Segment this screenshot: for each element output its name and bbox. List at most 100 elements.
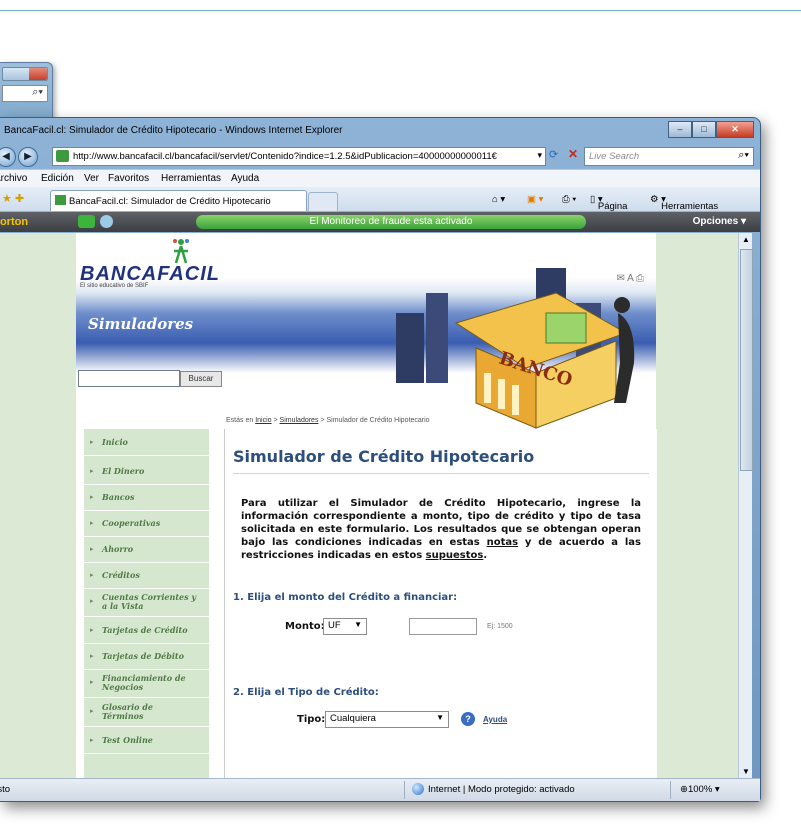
monto-input[interactable] xyxy=(409,618,477,635)
refresh-icon[interactable]: ⟳ xyxy=(549,148,558,161)
nav-label: El Dinero xyxy=(102,466,145,476)
scroll-down-icon[interactable]: ▼ xyxy=(742,767,750,776)
security-zone[interactable]: Internet | Modo protegido: activado xyxy=(428,784,575,795)
minimize-button[interactable]: – xyxy=(668,121,692,138)
tipo-value: Cualquiera xyxy=(330,713,376,724)
norton-toolbar: Norton El Monitoreo de fraude esta activ… xyxy=(0,212,760,232)
nav-item-inicio[interactable]: ▸ Inicio xyxy=(84,429,209,456)
breadcrumb-prefix: Estás en xyxy=(226,417,254,424)
page-menu-button[interactable]: ▯ Página ▾ xyxy=(590,194,627,212)
address-row: ◀ ▶ http://www.bancafacil.cl/bancafacil/… xyxy=(0,144,760,168)
menu-ver[interactable]: Ver xyxy=(84,173,99,184)
nav-item-financiamiento[interactable]: ▸ Financiamiento de Negocios xyxy=(84,669,209,698)
nav-label: Cooperativas xyxy=(102,518,161,528)
step2-heading: 2. Elija el Tipo de Crédito: xyxy=(233,687,379,698)
background-window-controls[interactable] xyxy=(2,67,48,81)
menu-favoritos[interactable]: Favoritos xyxy=(108,173,149,184)
close-icon[interactable] xyxy=(29,68,47,80)
norton-globe-icon[interactable] xyxy=(100,215,113,228)
chevron-right-icon: ▸ xyxy=(90,520,94,527)
ayuda-link[interactable]: Ayuda xyxy=(483,715,507,724)
breadcrumb-home-link[interactable]: Inicio xyxy=(255,417,271,424)
breadcrumb-current: Simulador de Crédito Hipotecario xyxy=(326,417,430,424)
tools-menu-button[interactable]: ⚙ Herramientas ▾ xyxy=(650,194,718,212)
chevron-right-icon: ▸ xyxy=(90,708,94,715)
stop-icon[interactable]: ✕ xyxy=(568,147,578,161)
new-tab-button[interactable] xyxy=(308,192,338,212)
maximize-button[interactable]: □ xyxy=(692,121,716,138)
scroll-up-icon[interactable]: ▲ xyxy=(742,235,750,244)
close-button[interactable]: ✕ xyxy=(716,121,754,138)
breadcrumb-simuladores-link[interactable]: Simuladores xyxy=(280,417,319,424)
title-divider xyxy=(233,473,649,474)
nav-item-creditos[interactable]: ▸ Créditos xyxy=(84,562,209,589)
home-icon[interactable]: ⌂ ▾ xyxy=(492,194,505,205)
page-title: Simulador de Crédito Hipotecario xyxy=(233,447,535,466)
norton-options-button[interactable]: Opciones ▾ xyxy=(693,216,746,227)
tab-bancafacil[interactable]: BancaFacil.cl: Simulador de Crédito Hipo… xyxy=(50,190,307,211)
menu-archivo[interactable]: Archivo xyxy=(0,173,27,184)
nav-label: Ahorro xyxy=(102,544,134,554)
tipo-select[interactable]: Cualquiera ▼ xyxy=(325,711,449,728)
menu-edicion[interactable]: Edición xyxy=(41,173,74,184)
nav-item-cooperativas[interactable]: ▸ Cooperativas xyxy=(84,510,209,537)
tools-menu-label: Herramientas xyxy=(661,201,719,212)
logo-tagline: El sitio educativo de SBIF xyxy=(80,283,149,289)
nav-item-test-online[interactable]: ▸ Test Online xyxy=(84,727,209,754)
chevron-right-icon: ▸ xyxy=(90,572,94,579)
main-content: Simulador de Crédito Hipotecario Para ut… xyxy=(224,429,657,778)
nav-item-tarjetas-debito[interactable]: ▸ Tarjetas de Débito xyxy=(84,643,209,670)
live-search-input[interactable]: Live Search ⌕▾ xyxy=(584,147,754,166)
section-title: Simuladores xyxy=(88,315,194,333)
chevron-right-icon: ▸ xyxy=(90,546,94,553)
chevron-down-icon: ▼ xyxy=(436,713,444,722)
site-favicon-icon xyxy=(56,150,69,162)
nav-item-ahorro[interactable]: ▸ Ahorro xyxy=(84,536,209,563)
nav-item-cuentas-corrientes[interactable]: ▸ Cuentas Corrientes y a la Vista xyxy=(84,588,209,617)
page-top-rule xyxy=(0,10,801,11)
tipo-label: Tipo: xyxy=(297,714,326,725)
left-navigation: ▸ Inicio ▸ El Dinero ▸ Bancos ▸ Cooperativas… xyxy=(84,429,209,778)
nav-item-glosario[interactable]: ▸ Glosario de Términos xyxy=(84,698,209,727)
browser-window: BancaFacil.cl: Simulador de Crédito Hipo… xyxy=(0,117,761,802)
monto-label: Monto: xyxy=(285,621,325,632)
back-button[interactable]: ◀ xyxy=(0,147,16,167)
nav-item-el-dinero[interactable]: ▸ El Dinero xyxy=(84,458,209,485)
help-icon[interactable]: ? xyxy=(461,712,475,726)
zoom-level[interactable]: ⊕100% ▾ xyxy=(680,784,720,795)
nav-label: Glosario de Términos xyxy=(102,702,153,721)
scroll-thumb[interactable] xyxy=(740,249,753,471)
nav-item-tarjetas-credito[interactable]: ▸ Tarjetas de Crédito xyxy=(84,617,209,644)
menu-herramientas[interactable]: Herramientas xyxy=(161,173,221,184)
menu-ayuda[interactable]: Ayuda xyxy=(231,173,259,184)
nav-label: Créditos xyxy=(102,570,140,580)
chevron-right-icon: ▸ xyxy=(90,679,94,686)
page-menu-label: Página xyxy=(597,201,628,212)
monto-unit-select[interactable]: UF ▼ xyxy=(323,618,367,635)
print-icon[interactable]: ⎙ ▾ xyxy=(562,194,576,205)
norton-card-icon[interactable] xyxy=(78,215,95,228)
address-bar[interactable]: http://www.bancafacil.cl/bancafacil/serv… xyxy=(52,147,546,166)
breadcrumb: Estás en Inicio > Simuladores > Simulado… xyxy=(226,417,430,424)
fraud-monitor-status[interactable]: El Monitoreo de fraude esta activado xyxy=(196,215,586,229)
nav-item-bancos[interactable]: ▸ Bancos xyxy=(84,484,209,511)
vertical-scrollbar[interactable]: ▲ ▼ xyxy=(738,233,753,778)
menu-bar: Archivo Edición Ver Favoritos Herramient… xyxy=(0,169,760,188)
chevron-down-icon[interactable]: ▾ xyxy=(537,150,542,161)
site-search-input[interactable] xyxy=(78,370,180,387)
chevron-right-icon: ▸ xyxy=(90,737,94,744)
breadcrumb-separator: > xyxy=(320,417,325,424)
favorites-star-icon[interactable]: ★ ✚ xyxy=(2,192,24,205)
feeds-icon[interactable]: ▣ ▾ xyxy=(527,194,543,205)
nav-label: Test Online xyxy=(102,735,153,745)
supuestos-link[interactable]: supuestos xyxy=(426,550,484,561)
chevron-right-icon: ▸ xyxy=(90,653,94,660)
title-bar[interactable]: BancaFacil.cl: Simulador de Crédito Hipo… xyxy=(0,118,760,144)
forward-button[interactable]: ▶ xyxy=(18,147,38,167)
address-url: http://www.bancafacil.cl/bancafacil/serv… xyxy=(73,151,497,162)
background-search-field[interactable]: ⌕▾ xyxy=(2,85,48,102)
notas-link[interactable]: notas xyxy=(487,537,518,548)
zoom-value: 100% xyxy=(687,784,713,795)
site-search-button[interactable]: Buscar xyxy=(180,371,222,387)
search-icon[interactable]: ⌕▾ xyxy=(738,149,749,162)
